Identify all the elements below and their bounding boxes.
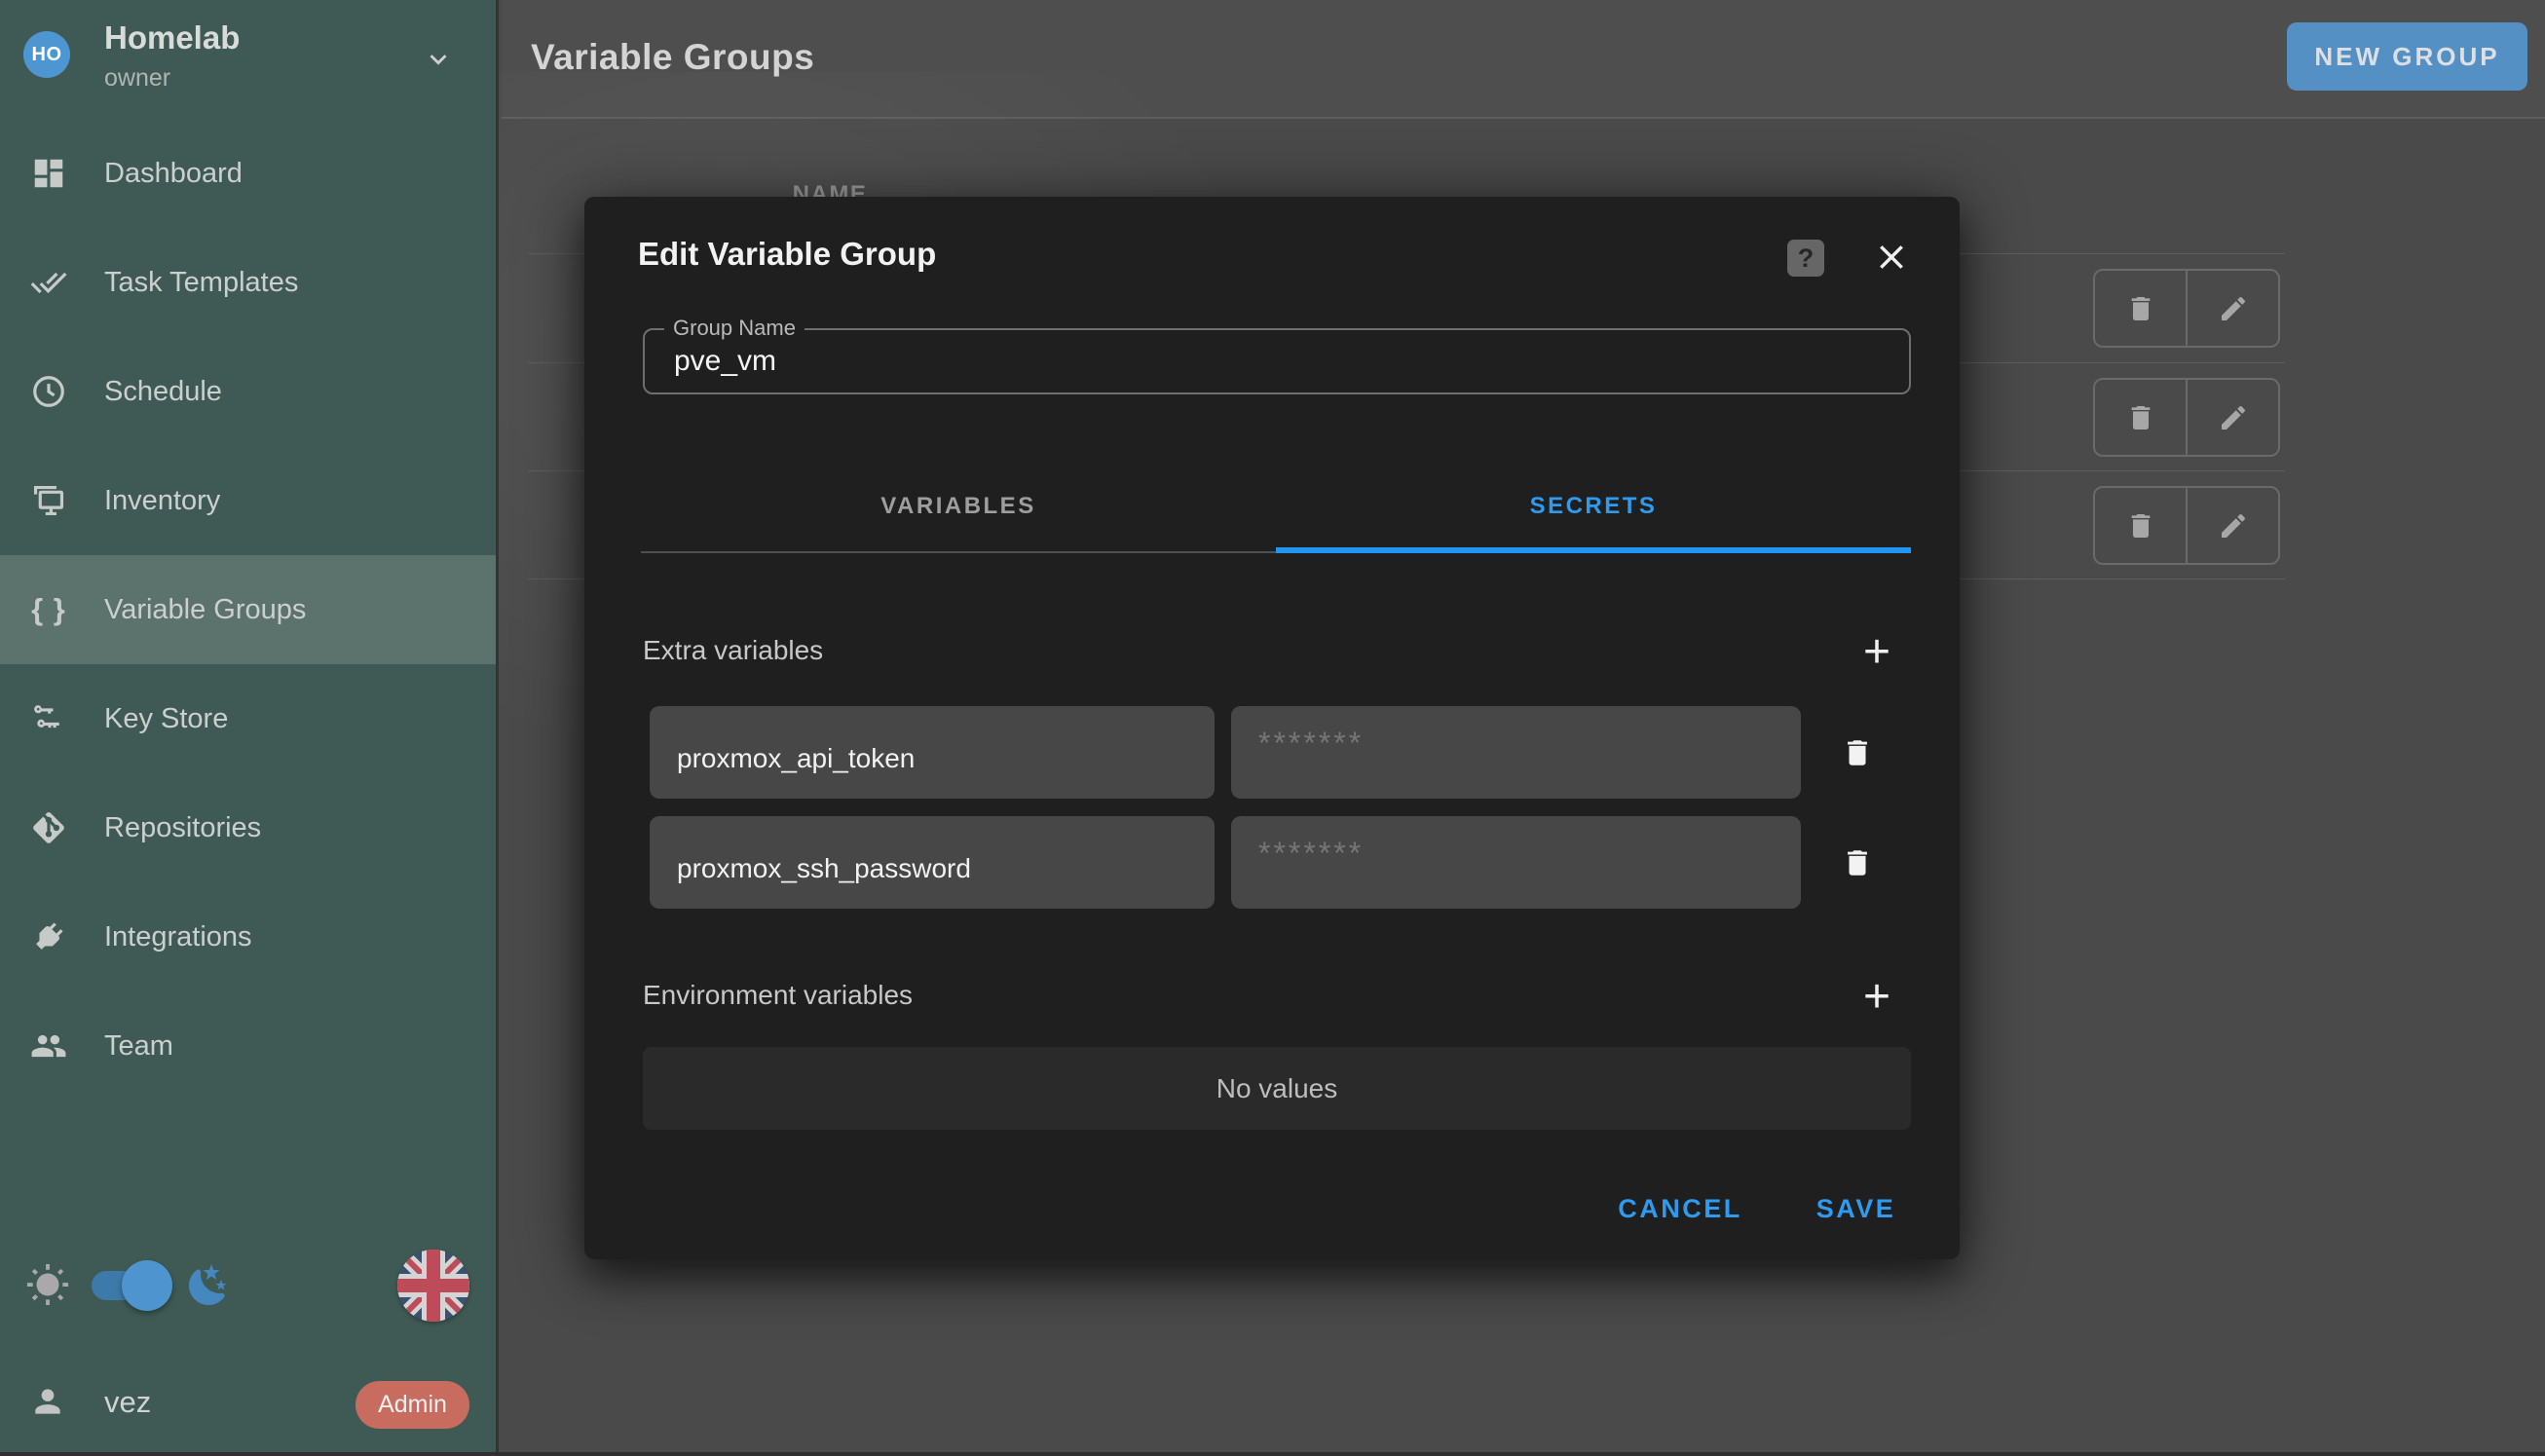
dashboard-icon bbox=[29, 154, 68, 193]
light-mode-icon bbox=[25, 1263, 70, 1308]
window-bottom-edge bbox=[0, 1452, 2545, 1456]
table-row-actions bbox=[2093, 269, 2280, 348]
edit-row-button[interactable] bbox=[2186, 271, 2278, 346]
sidebar-item-dashboard[interactable]: Dashboard bbox=[0, 119, 496, 228]
sidebar: HO Homelab owner Dashboard Task Template… bbox=[0, 0, 499, 1456]
admin-badge: Admin bbox=[356, 1381, 469, 1429]
secret-value-input[interactable] bbox=[1231, 706, 1801, 799]
dialog-tabs: VARIABLES SECRETS bbox=[641, 462, 1911, 551]
toggle-knob bbox=[122, 1260, 172, 1311]
delete-row-button[interactable] bbox=[2095, 488, 2186, 563]
delete-row-button[interactable] bbox=[2095, 271, 2186, 346]
group-name-field: Group Name bbox=[643, 328, 1911, 394]
sidebar-nav: Dashboard Task Templates Schedule Invent… bbox=[0, 119, 496, 1101]
edit-row-button[interactable] bbox=[2186, 488, 2278, 563]
project-name: Homelab bbox=[104, 19, 240, 56]
project-avatar: HO bbox=[23, 31, 70, 78]
page-header: Variable Groups NEW GROUP bbox=[502, 0, 2545, 119]
tab-secrets[interactable]: SECRETS bbox=[1276, 462, 1911, 551]
sidebar-item-integrations[interactable]: Integrations bbox=[0, 882, 496, 991]
user-name: vez bbox=[104, 1385, 151, 1420]
sidebar-item-variable-groups[interactable]: { } Variable Groups bbox=[0, 555, 496, 664]
git-icon bbox=[29, 808, 68, 847]
tab-variables[interactable]: VARIABLES bbox=[641, 462, 1276, 551]
save-button[interactable]: SAVE bbox=[1790, 1178, 1922, 1239]
clock-icon bbox=[29, 372, 68, 411]
page-title: Variable Groups bbox=[531, 37, 814, 78]
close-icon[interactable] bbox=[1870, 236, 1913, 279]
sidebar-item-key-store[interactable]: Key Store bbox=[0, 664, 496, 773]
add-environment-variable-button[interactable]: + bbox=[1846, 968, 1908, 1027]
table-row-actions bbox=[2093, 378, 2280, 457]
dialog-title: Edit Variable Group bbox=[638, 236, 936, 273]
sidebar-item-inventory[interactable]: Inventory bbox=[0, 446, 496, 555]
sidebar-item-team[interactable]: Team bbox=[0, 991, 496, 1101]
group-name-input[interactable] bbox=[645, 330, 1909, 392]
new-group-button[interactable]: NEW GROUP bbox=[2287, 22, 2527, 91]
environment-variables-label: Environment variables bbox=[643, 980, 913, 1011]
keys-icon bbox=[29, 699, 68, 738]
sidebar-item-repositories[interactable]: Repositories bbox=[0, 773, 496, 882]
table-row-actions bbox=[2093, 486, 2280, 565]
extra-variables-label: Extra variables bbox=[643, 635, 823, 666]
project-role: owner bbox=[104, 64, 170, 93]
team-icon bbox=[29, 1027, 68, 1065]
language-flag-uk[interactable] bbox=[397, 1250, 469, 1322]
monitor-icon bbox=[29, 481, 68, 520]
chevron-down-icon bbox=[422, 43, 455, 76]
help-button[interactable]: ? bbox=[1787, 240, 1824, 277]
sidebar-item-task-templates[interactable]: Task Templates bbox=[0, 228, 496, 337]
cancel-button[interactable]: CANCEL bbox=[1597, 1178, 1763, 1239]
delete-secret-button[interactable] bbox=[1839, 734, 1876, 771]
dark-mode-toggle[interactable] bbox=[92, 1271, 168, 1300]
check-all-icon bbox=[29, 263, 68, 302]
group-name-label: Group Name bbox=[664, 316, 805, 341]
edit-row-button[interactable] bbox=[2186, 380, 2278, 455]
sidebar-item-schedule[interactable]: Schedule bbox=[0, 337, 496, 446]
active-tab-indicator bbox=[1276, 547, 1911, 553]
user-menu[interactable]: vez Admin bbox=[0, 1371, 499, 1439]
secret-name-input[interactable] bbox=[650, 816, 1215, 909]
delete-secret-button[interactable] bbox=[1839, 844, 1876, 881]
add-extra-variable-button[interactable]: + bbox=[1846, 623, 1908, 682]
dark-mode-icon bbox=[185, 1262, 232, 1309]
secret-value-input[interactable] bbox=[1231, 816, 1801, 909]
project-switcher[interactable]: HO Homelab owner bbox=[0, 0, 496, 119]
variable-groups-icon: { } bbox=[29, 590, 68, 629]
secret-name-input[interactable] bbox=[650, 706, 1215, 799]
no-values-placeholder: No values bbox=[643, 1047, 1911, 1130]
plug-icon bbox=[29, 917, 68, 956]
edit-variable-group-dialog: Edit Variable Group ? Group Name VARIABL… bbox=[584, 197, 1960, 1259]
user-icon bbox=[29, 1383, 66, 1420]
delete-row-button[interactable] bbox=[2095, 380, 2186, 455]
